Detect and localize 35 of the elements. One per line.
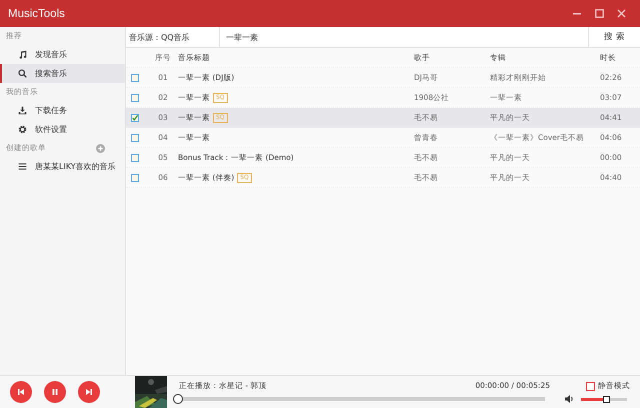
sidebar-item[interactable]: 软件设置 (0, 120, 125, 139)
music-note-icon (18, 50, 27, 59)
download-icon (18, 106, 27, 115)
minimize-icon (573, 12, 581, 14)
close-icon (616, 9, 626, 18)
checkbox[interactable] (131, 114, 139, 122)
pause-icon (51, 388, 59, 396)
gear-icon (18, 125, 27, 134)
sidebar-item[interactable]: 唐某某LIKY喜欢的音乐 (0, 157, 125, 176)
speaker-icon[interactable] (565, 395, 574, 403)
checkbox[interactable] (131, 154, 139, 162)
checkbox[interactable] (131, 74, 139, 82)
maximize-icon (594, 9, 604, 18)
volume-slider[interactable] (578, 396, 630, 402)
add-icon[interactable] (96, 144, 105, 152)
previous-button[interactable] (10, 381, 32, 403)
search-button[interactable]: 搜 索 (588, 27, 640, 47)
pause-button[interactable] (44, 381, 66, 403)
skip-back-icon (17, 388, 25, 396)
search-icon (18, 69, 27, 78)
list-icon (18, 162, 27, 171)
mute-checkbox[interactable] (586, 382, 595, 390)
checkbox[interactable] (131, 134, 139, 142)
search-field[interactable]: 一辈一素 (220, 27, 588, 47)
volume-thumb[interactable] (602, 396, 610, 402)
sidebar-item[interactable]: 搜索音乐 (0, 64, 125, 83)
skip-forward-icon (85, 388, 93, 396)
sidebar-item[interactable]: 发现音乐 (0, 45, 125, 64)
checkbox[interactable] (131, 174, 139, 182)
next-button[interactable] (78, 381, 100, 403)
sidebar-item[interactable]: 下载任务 (0, 101, 125, 120)
progress-thumb[interactable] (173, 394, 183, 404)
window-title: MusicTools (8, 8, 66, 20)
source-label: 音乐源：QQ音乐 (126, 27, 220, 47)
checkbox[interactable] (131, 94, 139, 102)
